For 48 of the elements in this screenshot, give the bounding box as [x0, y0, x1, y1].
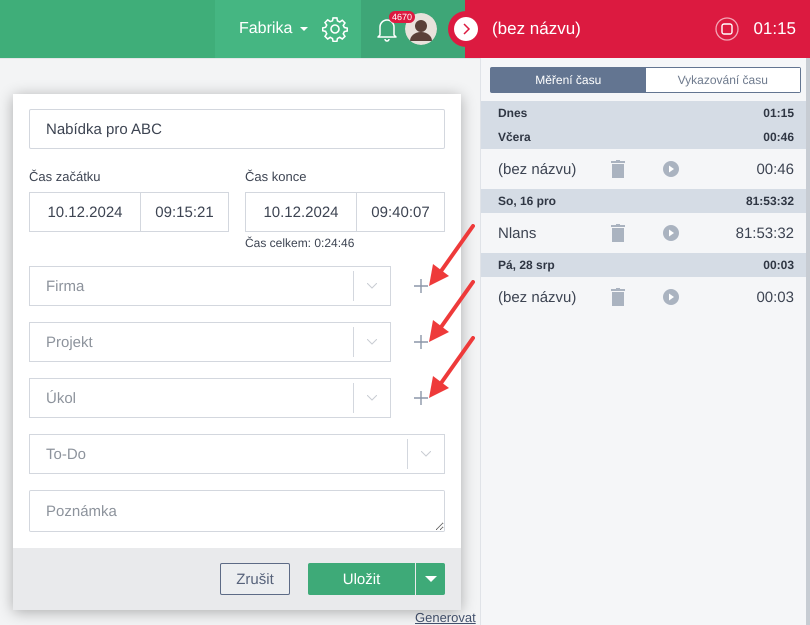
- day-total: 81:53:32: [746, 194, 794, 208]
- chevron-icon: [454, 17, 478, 41]
- trash-icon[interactable]: [611, 160, 625, 178]
- day-label: So, 16 pro: [498, 194, 556, 208]
- time-entry[interactable]: (bez názvu) 00:03: [481, 277, 806, 317]
- play-icon[interactable]: [663, 289, 679, 305]
- tab[interactable]: Měření času: [491, 68, 646, 92]
- caret-icon: [424, 576, 436, 582]
- chevron-down-icon: [367, 339, 377, 345]
- entry-title: (bez názvu): [498, 288, 578, 306]
- day-label: Dnes: [498, 106, 528, 120]
- trash-icon[interactable]: [611, 288, 625, 306]
- time-entry[interactable]: Nlans 81:53:32: [481, 213, 806, 253]
- play-icon[interactable]: [663, 161, 679, 177]
- total-time: Čas celkem: 0:24:46: [245, 236, 356, 250]
- day-total: 00:03: [763, 258, 794, 272]
- name-field[interactable]: Nabídka pro ABC: [29, 109, 445, 149]
- entry-title: Nlans: [498, 224, 538, 242]
- note-field[interactable]: Poznámka: [29, 490, 445, 532]
- chevron-down-icon: [367, 283, 377, 289]
- entry-time: 00:46: [755, 160, 794, 178]
- cancel-button[interactable]: Zrušit: [220, 563, 290, 595]
- day-total: 01:15: [763, 106, 794, 120]
- play-icon[interactable]: [663, 225, 679, 241]
- add-icon[interactable]: [413, 334, 429, 350]
- notification-count: 4670: [389, 11, 416, 23]
- tab[interactable]: Vykazování času: [646, 68, 800, 92]
- day-label: Pá, 28 srp: [498, 258, 555, 272]
- entry-time: 81:53:32: [734, 224, 794, 242]
- entry-time: 00:03: [755, 288, 794, 306]
- timer-title: (bez názvu): [492, 19, 582, 39]
- add-icon[interactable]: [413, 390, 429, 406]
- generate-link[interactable]: Generovat: [415, 610, 476, 625]
- field-label: Čas začátku: [29, 169, 102, 184]
- chevron-down-icon: [421, 451, 431, 457]
- timer-time: 01:15: [753, 19, 796, 39]
- settings-icon[interactable]: [322, 16, 348, 42]
- save-options-button[interactable]: [416, 563, 445, 595]
- trash-icon[interactable]: [611, 224, 625, 242]
- entry-title: (bez názvu): [498, 160, 578, 178]
- chevron-down-icon: [367, 395, 377, 401]
- add-icon[interactable]: [413, 278, 429, 294]
- field-label: Čas konce: [245, 169, 308, 184]
- day-total: 00:46: [763, 130, 794, 144]
- caret-icon: [300, 26, 308, 32]
- day-label: Včera: [498, 130, 531, 144]
- stop-icon[interactable]: [715, 17, 740, 41]
- time-entry[interactable]: (bez názvu) 00:46: [481, 149, 806, 189]
